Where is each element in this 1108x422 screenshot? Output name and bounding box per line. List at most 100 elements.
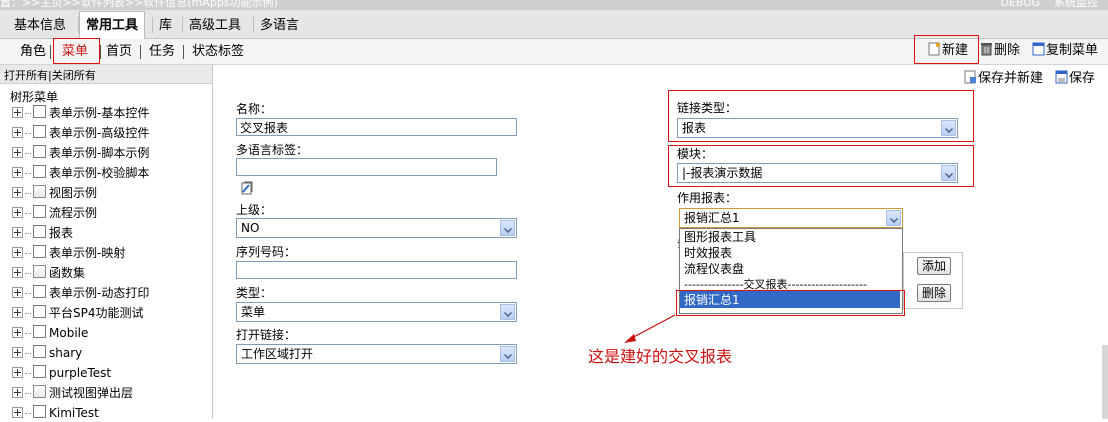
expand-plus-icon[interactable] (12, 407, 23, 418)
close-all-link[interactable]: 关闭所有 (52, 69, 96, 82)
expand-plus-icon[interactable] (12, 307, 23, 318)
open-link-select[interactable]: 工作区域打开 (236, 344, 517, 364)
tree-item[interactable]: 表单示例-校验脚本 (12, 164, 149, 182)
parent-select-value: NO (241, 221, 260, 235)
chevron-down-icon[interactable] (500, 304, 515, 320)
tree-checkbox[interactable] (33, 405, 46, 418)
i18n-label: 多语言标签： (236, 143, 309, 157)
chevron-down-icon[interactable] (941, 120, 956, 136)
tree-checkbox[interactable] (33, 265, 46, 278)
save-button[interactable]: 保存 (1055, 70, 1095, 88)
subnav-role[interactable]: 角色 (20, 44, 46, 60)
report-select[interactable]: 报销汇总1 (679, 208, 903, 228)
tree-item[interactable]: 表单示例-映射 (12, 244, 125, 262)
name-input[interactable]: 交叉报表 (236, 118, 517, 136)
add-button[interactable]: 添加 (917, 257, 952, 275)
expand-plus-icon[interactable] (12, 207, 23, 218)
tree-connector (25, 273, 31, 274)
tree-checkbox[interactable] (33, 385, 46, 398)
tree-checkbox[interactable] (33, 125, 46, 138)
tree-checkbox[interactable] (33, 245, 46, 258)
dropdown-option[interactable]: 图形报表工具 (684, 229, 756, 245)
tree-item-label: KimiTest (49, 406, 99, 420)
user-name[interactable]: DEBUG (1000, 0, 1040, 9)
tree-item[interactable]: 表单示例-基本控件 (12, 104, 149, 122)
tree-checkbox[interactable] (33, 225, 46, 238)
tree-checkbox[interactable] (33, 365, 46, 378)
subnav-status-tag[interactable]: 状态标签 (192, 44, 244, 60)
tree-item-label: purpleTest (49, 366, 112, 380)
tree-item[interactable]: 测试视图弹出层 (12, 384, 133, 402)
tree-connector (25, 333, 31, 334)
expand-plus-icon[interactable] (12, 287, 23, 298)
tree-item[interactable]: 函数集 (12, 264, 85, 282)
tree-item[interactable]: KimiTest (12, 404, 99, 422)
expand-plus-icon[interactable] (12, 187, 23, 198)
expand-plus-icon[interactable] (12, 167, 23, 178)
top-status-bar: 置：>>主页>>软件列表>>软件信息(mApps功能示例) DEBUG 系统监控 (0, 0, 1108, 10)
system-monitor-link[interactable]: 系统监控 (1054, 0, 1098, 9)
tab-multilanguage[interactable]: 多语言 (254, 14, 305, 38)
expand-plus-icon[interactable] (12, 227, 23, 238)
report-select-value: 报销汇总1 (684, 211, 740, 225)
subnav-divider (183, 45, 184, 59)
tree-item[interactable]: 表单示例-动态打印 (12, 284, 149, 302)
expand-plus-icon[interactable] (12, 127, 23, 138)
dropdown-option[interactable]: 流程仪表盘 (684, 261, 744, 277)
expand-plus-icon[interactable] (12, 387, 23, 398)
tree-item[interactable]: purpleTest (12, 364, 111, 382)
tree-item[interactable]: 表单示例-高级控件 (12, 124, 149, 142)
tree-checkbox[interactable] (33, 305, 46, 318)
save-and-new-button[interactable]: 保存并新建 (964, 70, 1043, 88)
tree-item[interactable]: 表单示例-脚本示例 (12, 144, 149, 162)
expand-plus-icon[interactable] (12, 247, 23, 258)
tree-item[interactable]: 视图示例 (12, 184, 97, 202)
expand-plus-icon[interactable] (12, 107, 23, 118)
expand-plus-icon[interactable] (12, 147, 23, 158)
open-all-link[interactable]: 打开所有 (4, 69, 48, 82)
chevron-down-icon[interactable] (886, 210, 901, 226)
chevron-down-icon[interactable] (941, 165, 956, 181)
tab-common-tools[interactable]: 常用工具 (79, 11, 146, 40)
expand-plus-icon[interactable] (12, 327, 23, 338)
dropdown-option[interactable]: 时效报表 (684, 245, 732, 261)
expand-plus-icon[interactable] (12, 367, 23, 378)
tab-library[interactable]: 库 (153, 14, 178, 38)
new-button-label: 新建 (942, 43, 969, 58)
type-select[interactable]: 菜单 (236, 302, 517, 322)
tab-advanced-tools[interactable]: 高级工具 (183, 14, 247, 38)
edit-i18n-icon[interactable] (240, 180, 254, 196)
tree-checkbox[interactable] (33, 185, 46, 198)
expand-plus-icon[interactable] (12, 347, 23, 358)
tree-checkbox[interactable] (33, 145, 46, 158)
new-button[interactable]: 新建 (928, 42, 968, 60)
subnav-home[interactable]: 首页 (106, 44, 132, 60)
tree-checkbox[interactable] (33, 165, 46, 178)
expand-plus-icon[interactable] (12, 267, 23, 278)
tree-checkbox[interactable] (33, 325, 46, 338)
tree-item[interactable]: 平台SP4功能测试 (12, 304, 144, 322)
delete-button[interactable]: 删除 (980, 42, 1020, 60)
tree-checkbox[interactable] (33, 205, 46, 218)
remove-button[interactable]: 删除 (917, 284, 952, 302)
module-select[interactable]: |-报表演示数据 (677, 163, 958, 183)
save-new-icon (964, 70, 977, 84)
tree-item[interactable]: Mobile (12, 324, 88, 342)
page-scrollbar[interactable] (1102, 345, 1108, 419)
subnav-task[interactable]: 任务 (149, 44, 175, 60)
copy-menu-button[interactable]: 复制菜单 (1032, 42, 1098, 60)
tree-item-label: 流程示例 (49, 206, 98, 220)
parent-select[interactable]: NO (236, 218, 517, 238)
tree-item[interactable]: 流程示例 (12, 204, 97, 222)
chevron-down-icon[interactable] (500, 220, 515, 236)
link-type-select[interactable]: 报表 (677, 118, 958, 138)
chevron-down-icon[interactable] (500, 346, 515, 362)
order-input[interactable] (236, 261, 517, 279)
tab-basic-info[interactable]: 基本信息 (8, 14, 72, 38)
tree-checkbox[interactable] (33, 105, 46, 118)
tree-checkbox[interactable] (33, 285, 46, 298)
i18n-input[interactable] (236, 158, 497, 176)
tree-item[interactable]: shary (12, 344, 82, 362)
tree-item[interactable]: 报表 (12, 224, 73, 242)
tree-checkbox[interactable] (33, 345, 46, 358)
